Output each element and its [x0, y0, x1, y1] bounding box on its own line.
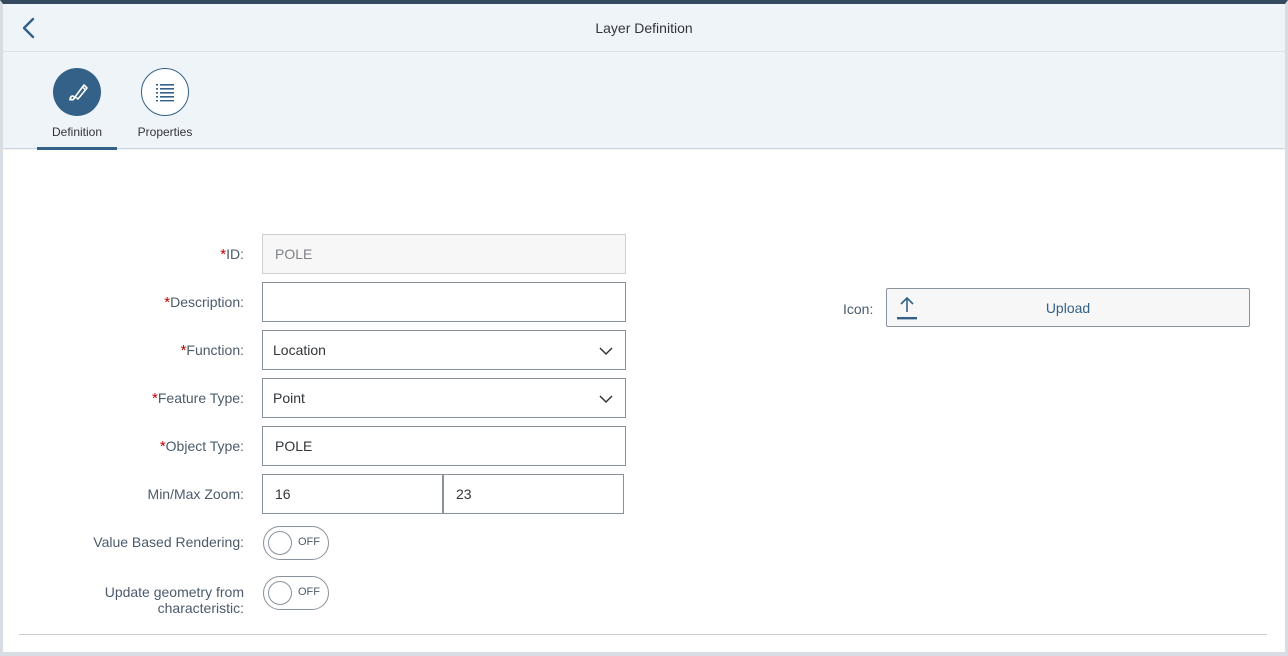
id-value: POLE: [275, 246, 313, 262]
tab-definition-label: Definition: [51, 125, 103, 139]
feature-type-label: *Feature Type:: [152, 390, 244, 407]
function-select[interactable]: Location: [262, 330, 626, 370]
value-based-rendering-switch[interactable]: OFF: [263, 526, 329, 560]
tab-properties[interactable]: Properties: [123, 52, 207, 149]
switch-knob: [268, 581, 292, 605]
switch-state: OFF: [298, 536, 320, 548]
divider: [19, 634, 1267, 635]
update-geometry-switch[interactable]: OFF: [263, 576, 329, 610]
edit-pencil-icon: [69, 84, 88, 101]
max-zoom-value: 23: [456, 486, 472, 502]
tab-properties-label: Properties: [137, 125, 193, 139]
feature-type-select[interactable]: Point: [262, 378, 626, 418]
function-label: *Function:: [180, 342, 244, 359]
chevron-down-icon[interactable]: [599, 392, 613, 406]
description-label: *Description:: [164, 294, 244, 311]
upload-button[interactable]: Upload: [886, 288, 1250, 327]
tab-properties-circle: [141, 68, 189, 116]
chevron-down-icon[interactable]: [599, 344, 613, 358]
min-zoom-input[interactable]: 16: [262, 474, 443, 514]
min-zoom-value: 16: [275, 486, 291, 502]
object-type-label: *Object Type:: [159, 438, 244, 455]
tab-definition[interactable]: Definition: [37, 52, 117, 150]
value-based-rendering-label: Value Based Rendering:: [93, 534, 244, 550]
switch-state: OFF: [298, 586, 320, 598]
list-icon: [156, 84, 174, 102]
page-title: Layer Definition: [595, 20, 693, 36]
page-header: Layer Definition: [3, 4, 1285, 52]
icon-label: Icon:: [843, 301, 874, 317]
object-type-value: POLE: [275, 438, 313, 454]
update-geometry-label: Update geometry from characteristic:: [104, 584, 244, 616]
switch-knob: [268, 531, 292, 555]
id-label: *ID:: [220, 246, 244, 263]
tab-definition-circle: [53, 68, 101, 116]
feature-type-value: Point: [273, 390, 305, 406]
object-type-input[interactable]: POLE: [262, 426, 626, 466]
tab-active-underline: [37, 147, 117, 150]
id-field: POLE: [262, 234, 626, 274]
description-input[interactable]: [262, 282, 626, 322]
max-zoom-input[interactable]: 23: [443, 474, 624, 514]
zoom-label: Min/Max Zoom:: [147, 486, 244, 502]
upload-button-label: Upload: [1045, 300, 1091, 316]
function-value: Location: [273, 342, 326, 358]
icon-tab-bar: Definition Properties: [3, 52, 1285, 150]
app-frame: Layer Definition Definition Properties *…: [0, 0, 1288, 656]
